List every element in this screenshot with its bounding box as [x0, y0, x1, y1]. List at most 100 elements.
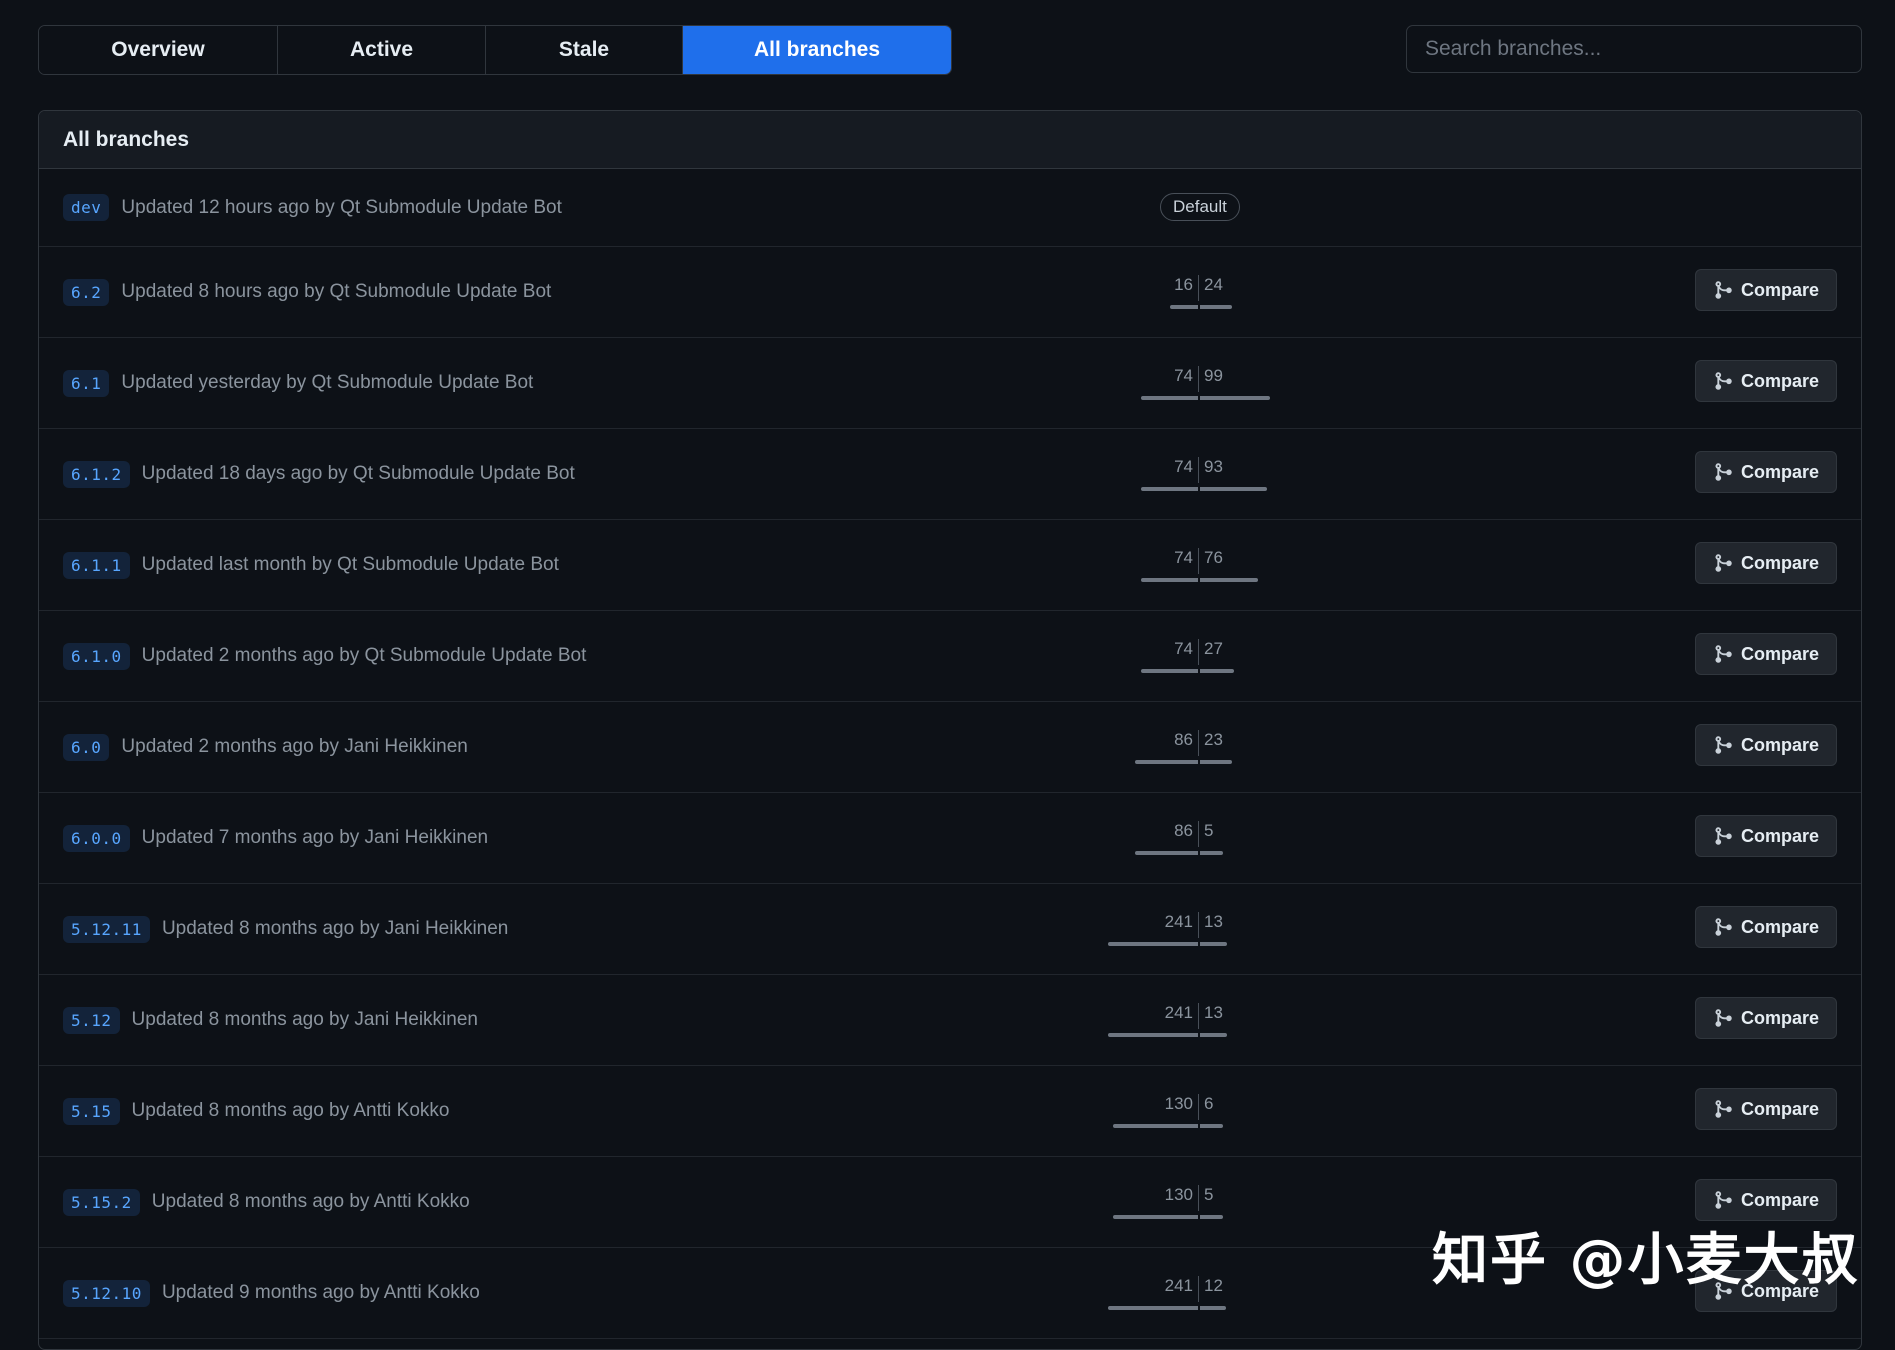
ahead-bar	[1200, 1215, 1223, 1219]
default-badge: Default	[1160, 193, 1240, 221]
ahead-behind-indicator: 74 27	[1141, 639, 1234, 679]
ahead-behind-indicator: 74 99	[1141, 366, 1270, 406]
branch-name-link[interactable]: 6.0.0	[63, 824, 130, 852]
ahead-bar	[1200, 942, 1227, 946]
branch-row: 6.1.2 Updated 18 days ago by Qt Submodule…	[39, 429, 1861, 520]
ahead-behind-divider	[1198, 1276, 1199, 1302]
behind-count: 130	[1164, 1185, 1193, 1204]
ahead-behind-indicator: 130 6	[1113, 1094, 1223, 1134]
ahead-bar	[1200, 1124, 1223, 1128]
branch-name-link[interactable]: 6.2	[63, 278, 110, 306]
ahead-behind-divider	[1198, 1185, 1199, 1211]
branch-name-link[interactable]: 5.15	[63, 1097, 120, 1125]
ahead-count: 27	[1204, 639, 1223, 658]
compare-label: Compare	[1740, 279, 1820, 300]
ahead-bar	[1200, 1033, 1227, 1037]
branch-rows: dev Updated 12 hours ago by Qt Submodule …	[39, 169, 1861, 1339]
behind-bar	[1108, 1306, 1198, 1310]
ahead-behind-divider	[1198, 821, 1199, 847]
branch-name-link[interactable]: 6.1.1	[63, 551, 130, 579]
branch-updated-meta: Updated 8 months ago by Antti Kokko	[131, 1100, 450, 1121]
branch-row: dev Updated 12 hours ago by Qt Submodule …	[39, 169, 1861, 247]
ahead-behind-indicator: 74 76	[1141, 548, 1258, 588]
branch-name-link[interactable]: 5.15.2	[63, 1188, 140, 1216]
ahead-behind-divider	[1198, 457, 1199, 483]
ahead-count: 76	[1204, 548, 1223, 567]
branch-name-link[interactable]: 6.1.0	[63, 642, 130, 670]
compare-button[interactable]: Compare	[1695, 724, 1837, 766]
ahead-behind-indicator: 241 12	[1108, 1276, 1226, 1316]
ahead-behind-divider	[1198, 639, 1199, 665]
behind-bar	[1113, 1215, 1198, 1219]
compare-button[interactable]: Compare	[1695, 360, 1837, 402]
branch-updated-meta: Updated last month by Qt Submodule Updat…	[141, 554, 559, 575]
ahead-behind-divider	[1198, 366, 1199, 392]
behind-count: 241	[1164, 1276, 1193, 1295]
branch-updated-meta: Updated 7 months ago by Jani Heikkinen	[141, 827, 489, 848]
behind-count: 16	[1174, 275, 1193, 294]
branch-row: 6.1.0 Updated 2 months ago by Qt Submodul…	[39, 611, 1861, 702]
branch-info: 5.12 Updated 8 months ago by Jani Heikkin…	[63, 1006, 478, 1034]
branch-row: 6.1 Updated yesterday by Qt Submodule Upd…	[39, 338, 1861, 429]
branch-updated-meta: Updated 12 hours ago by Qt Submodule Upd…	[121, 196, 562, 218]
ahead-count: 6	[1204, 1094, 1214, 1113]
branch-info: 6.1.2 Updated 18 days ago by Qt Submodule…	[63, 460, 575, 488]
ahead-count: 5	[1204, 821, 1214, 840]
search-branches-input[interactable]	[1406, 25, 1862, 73]
branch-updated-meta: Updated 2 months ago by Qt Submodule Upd…	[141, 645, 587, 666]
behind-bar	[1170, 305, 1198, 309]
ahead-bar	[1200, 396, 1270, 400]
behind-bar	[1113, 1124, 1198, 1128]
ahead-behind-indicator: 130 5	[1113, 1185, 1223, 1225]
behind-count: 130	[1164, 1094, 1193, 1113]
compare-button[interactable]: Compare	[1695, 1088, 1837, 1130]
branch-name-link[interactable]: 5.12.10	[63, 1279, 150, 1307]
branches-list: All branches dev Updated 12 hours ago by …	[38, 110, 1862, 1350]
compare-label: Compare	[1740, 370, 1820, 391]
tab-stale[interactable]: Stale	[486, 26, 683, 74]
branch-info: 6.1 Updated yesterday by Qt Submodule Upd…	[63, 369, 533, 397]
compare-icon	[1715, 645, 1732, 663]
ahead-count: 12	[1204, 1276, 1223, 1295]
behind-count: 74	[1174, 366, 1193, 385]
compare-icon	[1715, 918, 1732, 936]
tab-all-branches[interactable]: All branches	[683, 26, 951, 74]
compare-button[interactable]: Compare	[1695, 997, 1837, 1039]
ahead-bar	[1200, 578, 1258, 582]
compare-button[interactable]: Compare	[1695, 269, 1837, 311]
branch-name-link[interactable]: 5.12.11	[63, 915, 150, 943]
branch-info: 6.2 Updated 8 hours ago by Qt Submodule U…	[63, 278, 551, 306]
branch-info: 5.12.10 Updated 9 months ago by Antti Kok…	[63, 1279, 480, 1307]
ahead-count: 93	[1204, 457, 1223, 476]
compare-button[interactable]: Compare	[1695, 815, 1837, 857]
ahead-behind-indicator: 74 93	[1141, 457, 1267, 497]
compare-button[interactable]: Compare	[1695, 906, 1837, 948]
compare-button[interactable]: Compare	[1695, 633, 1837, 675]
compare-icon	[1715, 736, 1732, 754]
compare-icon	[1715, 1191, 1732, 1209]
branch-name-link[interactable]: 6.1.2	[63, 460, 130, 488]
compare-button[interactable]: Compare	[1695, 451, 1837, 493]
compare-icon	[1715, 1100, 1732, 1118]
branch-row: 6.0 Updated 2 months ago by Jani Heikkine…	[39, 702, 1861, 793]
behind-count: 241	[1164, 912, 1193, 931]
compare-button[interactable]: Compare	[1695, 542, 1837, 584]
ahead-bar	[1200, 487, 1267, 491]
branch-name-link[interactable]: 5.12	[63, 1006, 120, 1034]
watermark: 知乎 @小麦大叔	[1432, 1228, 1860, 1293]
ahead-count: 99	[1204, 366, 1223, 385]
ahead-count: 13	[1204, 912, 1223, 931]
branch-name-link[interactable]: 6.1	[63, 369, 110, 397]
branch-info: dev Updated 12 hours ago by Qt Submodule …	[63, 194, 562, 221]
branch-updated-meta: Updated 8 months ago by Antti Kokko	[151, 1191, 470, 1212]
branch-name-link[interactable]: 6.0	[63, 733, 110, 761]
branch-tabs: Overview Active Stale All branches	[38, 25, 952, 75]
branch-name-link[interactable]: dev	[63, 194, 110, 221]
ahead-behind-indicator: 241 13	[1108, 1003, 1227, 1043]
behind-bar	[1141, 396, 1198, 400]
compare-label: Compare	[1740, 643, 1820, 664]
tab-overview[interactable]: Overview	[39, 26, 278, 74]
tab-active[interactable]: Active	[278, 26, 486, 74]
ahead-behind-divider	[1198, 730, 1199, 756]
ahead-count: 13	[1204, 1003, 1223, 1022]
